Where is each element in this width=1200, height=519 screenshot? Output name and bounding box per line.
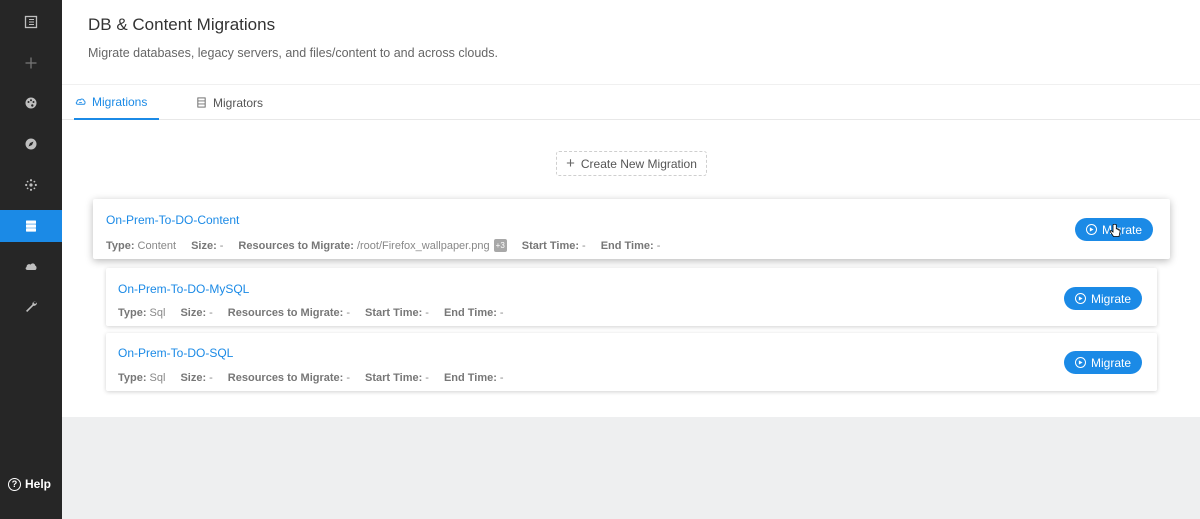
migrate-button[interactable]: Migrate: [1064, 351, 1142, 374]
cloud-icon[interactable]: [0, 251, 62, 281]
size-key: Size:: [191, 239, 217, 252]
palette-icon[interactable]: [0, 88, 62, 118]
migrate-button-label: Migrate: [1090, 355, 1131, 370]
database-icon[interactable]: [0, 210, 62, 242]
end-time-key: End Time:: [600, 239, 654, 252]
end-time-key: End Time:: [443, 307, 497, 319]
start-time-value: -: [425, 372, 429, 384]
help-label: Help: [25, 477, 52, 491]
play-icon: [1085, 224, 1097, 235]
play-icon: [1074, 357, 1086, 368]
create-button-label: Create New Migration: [580, 156, 697, 171]
wrench-icon[interactable]: [0, 291, 62, 321]
end-time-key: End Time:: [443, 372, 497, 384]
resources-value: /root/Firefox_wallpaper.png: [356, 239, 490, 252]
migrate-button-label: Migrate: [1101, 222, 1142, 237]
migration-name[interactable]: On-Prem-To-DO-MySQL: [118, 282, 249, 296]
resources-key: Resources to Migrate:: [238, 239, 354, 252]
migration-card[interactable]: On-Prem-To-DO-MySQL Type: Sql Size: - Reso…: [106, 268, 1157, 326]
main-content: DB & Content Migrations Migrate database…: [62, 0, 1200, 417]
size-key: Size:: [180, 307, 207, 319]
help-icon: ?: [8, 477, 21, 491]
start-time-key: Start Time:: [521, 239, 580, 252]
page-subtitle: Migrate databases, legacy servers, and f…: [88, 46, 498, 60]
size-key: Size:: [180, 372, 207, 384]
type-value: Content: [137, 239, 177, 252]
resources-key: Resources to Migrate:: [227, 372, 344, 384]
start-time-value: -: [582, 239, 586, 252]
migration-card[interactable]: On-Prem-To-DO-SQL Type: Sql Size: - Resour…: [106, 333, 1157, 391]
migration-name[interactable]: On-Prem-To-DO-SQL: [118, 346, 233, 360]
tab-label: Migrations: [92, 94, 148, 109]
sidebar: ? Help: [0, 0, 62, 519]
migration-meta: Type: Sql Size: - Resources to Migrate: - S…: [118, 307, 519, 319]
type-key: Type:: [118, 372, 147, 384]
end-time-value: -: [499, 307, 504, 319]
size-value: -: [209, 372, 213, 384]
hand-cursor-icon: [1109, 224, 1121, 237]
type-key: Type:: [118, 307, 147, 319]
type-value: Sql: [149, 372, 166, 384]
tab-label: Migrators: [213, 95, 264, 110]
create-new-migration-button[interactable]: + Create New Migration: [556, 151, 707, 176]
play-icon: [1074, 293, 1086, 304]
dashboard-icon[interactable]: [0, 7, 62, 37]
server-icon: [197, 97, 206, 108]
start-time-value: -: [425, 307, 429, 319]
resources-key: Resources to Migrate:: [227, 307, 344, 319]
resources-value: -: [346, 372, 350, 384]
migration-card[interactable]: On-Prem-To-DO-Content Type: Content Size:…: [93, 199, 1170, 259]
tab-bar: Migrations Migrators: [62, 84, 1200, 120]
tab-migrations[interactable]: Migrations: [74, 85, 159, 120]
cloud-sync-icon: [75, 98, 86, 105]
type-key: Type:: [106, 239, 135, 252]
end-time-value: -: [656, 239, 661, 252]
migration-meta: Type: Sql Size: - Resources to Migrate: - S…: [118, 372, 519, 384]
start-time-key: Start Time:: [365, 307, 423, 319]
start-time-key: Start Time:: [365, 372, 423, 384]
resources-value: -: [346, 307, 350, 319]
compass-icon[interactable]: [0, 129, 62, 159]
migrate-button[interactable]: Migrate: [1064, 287, 1142, 310]
page-title: DB & Content Migrations: [88, 15, 276, 34]
tab-migrators[interactable]: Migrators: [196, 85, 263, 120]
add-icon[interactable]: [0, 48, 62, 78]
size-value: -: [219, 239, 224, 252]
help-link[interactable]: ? Help: [8, 477, 51, 491]
migration-name[interactable]: On-Prem-To-DO-Content: [106, 213, 239, 227]
migration-meta: Type: Content Size: - Resources to Migrate…: [106, 239, 675, 252]
type-value: Sql: [149, 307, 166, 319]
migrate-button-label: Migrate: [1090, 291, 1131, 306]
plus-icon: +: [566, 155, 575, 172]
size-value: -: [209, 307, 213, 319]
end-time-value: -: [499, 372, 504, 384]
cluster-icon[interactable]: [0, 170, 62, 200]
more-resources-badge[interactable]: +3: [493, 239, 507, 252]
